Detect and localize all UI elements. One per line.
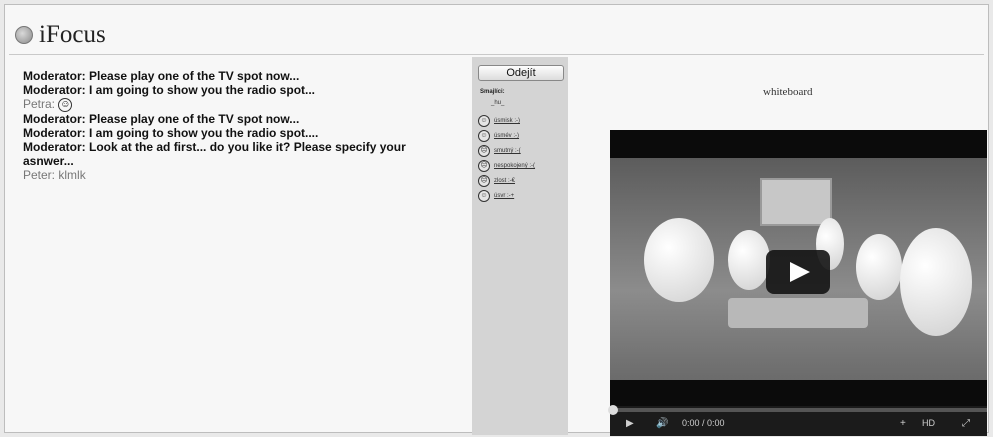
video-frame — [610, 158, 987, 380]
scene-figure — [856, 234, 902, 300]
emote-label: úsmisk :-) — [494, 118, 520, 124]
chat-message: Moderator: I am going to show you the ra… — [23, 83, 443, 97]
youtube-hd-badge[interactable]: HD — [922, 418, 935, 428]
video-time: 0:00 / 0:00 — [682, 418, 725, 428]
message-author: Moderator: — [23, 83, 86, 97]
message-text: klmlk — [58, 167, 86, 182]
chat-message: Moderator: Please play one of the TV spo… — [23, 69, 443, 83]
emote-face-icon: ☹ — [478, 160, 490, 172]
volume-icon[interactable]: 🔊 — [656, 418, 668, 429]
chat-message: Moderator: Please play one of the TV spo… — [23, 112, 443, 126]
emote-label: úsmév :-) — [494, 133, 520, 139]
message-text: I am going to show you the radio spot... — [89, 83, 316, 97]
progress-knob[interactable] — [608, 405, 618, 415]
message-text: I am going to show you the radio spot...… — [89, 125, 319, 140]
header-divider — [9, 54, 984, 55]
emote-face-icon: ☺ — [478, 190, 490, 202]
leave-button[interactable]: Odejít — [478, 65, 564, 81]
emote-item[interactable]: ☺ úsmisk :-) — [478, 115, 520, 127]
scene-figure — [728, 230, 770, 290]
emote-label: úsvr :-+ — [494, 193, 515, 199]
emote-face-icon: ☹ — [478, 145, 490, 157]
logo-icon — [15, 26, 33, 44]
emote-label: nespokojený :-( — [494, 163, 536, 169]
emote-item[interactable]: ☹ zlost :-€ — [478, 175, 515, 187]
whiteboard-label: whiteboard — [763, 86, 813, 98]
chat-log: Moderator: Please play one of the TV spo… — [23, 69, 443, 182]
emote-face-icon: ☺ — [478, 130, 490, 142]
smileys-subtitle: _hu_ — [491, 100, 505, 106]
emote-item[interactable]: ☹ smutný :-( — [478, 145, 521, 157]
scene-figure — [644, 218, 714, 302]
scene-whiteboard — [760, 178, 832, 226]
message-author: Peter: — [23, 167, 56, 182]
play-button[interactable] — [766, 250, 830, 294]
app-title: iFocus — [39, 21, 106, 48]
emote-item[interactable]: ☹ nespokojený :-( — [478, 160, 535, 172]
fullscreen-icon[interactable]: ⤢ — [962, 418, 970, 429]
chat-message: Moderator: I am going to show you the ra… — [23, 126, 443, 140]
app-header: iFocus — [15, 17, 106, 53]
emote-label: zlost :-€ — [494, 178, 516, 184]
scene-figure — [900, 228, 972, 336]
emote-face-icon: ☹ — [478, 175, 490, 187]
video-controls: ▶ 🔊 0:00 / 0:00 + HD ⤢ — [608, 405, 987, 436]
message-author: Moderator: — [23, 139, 86, 154]
smiley-icon: ☺ — [58, 97, 73, 112]
emote-item[interactable]: ☺ úsvr :-+ — [478, 190, 514, 202]
message-author: Petra: — [23, 97, 56, 111]
video-player[interactable]: ▶ 🔊 0:00 / 0:00 + HD ⤢ — [608, 130, 987, 436]
plus-icon[interactable]: + — [900, 418, 906, 429]
message-author: Moderator: — [23, 125, 86, 140]
message-text: Please play one of the TV spot now... — [89, 111, 300, 126]
message-text: Please play one of the TV spot now... — [89, 69, 300, 83]
emote-label: smutný :-( — [494, 148, 521, 154]
smiley-panel — [472, 57, 568, 435]
play-icon[interactable]: ▶ — [626, 418, 634, 429]
emote-item[interactable]: ☺ úsmév :-) — [478, 130, 519, 142]
message-author: Moderator: — [23, 69, 86, 83]
app-frame: iFocus Moderator: Please play one of the… — [4, 4, 989, 436]
chat-message: Peter: klmlk — [23, 168, 443, 182]
chat-message: Moderator: Look at the ad first... do yo… — [23, 140, 443, 168]
video-progress[interactable] — [608, 405, 987, 415]
emote-face-icon: ☺ — [478, 115, 490, 127]
smileys-title: Smajlíci: — [480, 89, 505, 95]
message-author: Moderator: — [23, 111, 86, 126]
scene-table — [728, 298, 868, 328]
chat-message: Petra: ☺ — [23, 97, 443, 112]
